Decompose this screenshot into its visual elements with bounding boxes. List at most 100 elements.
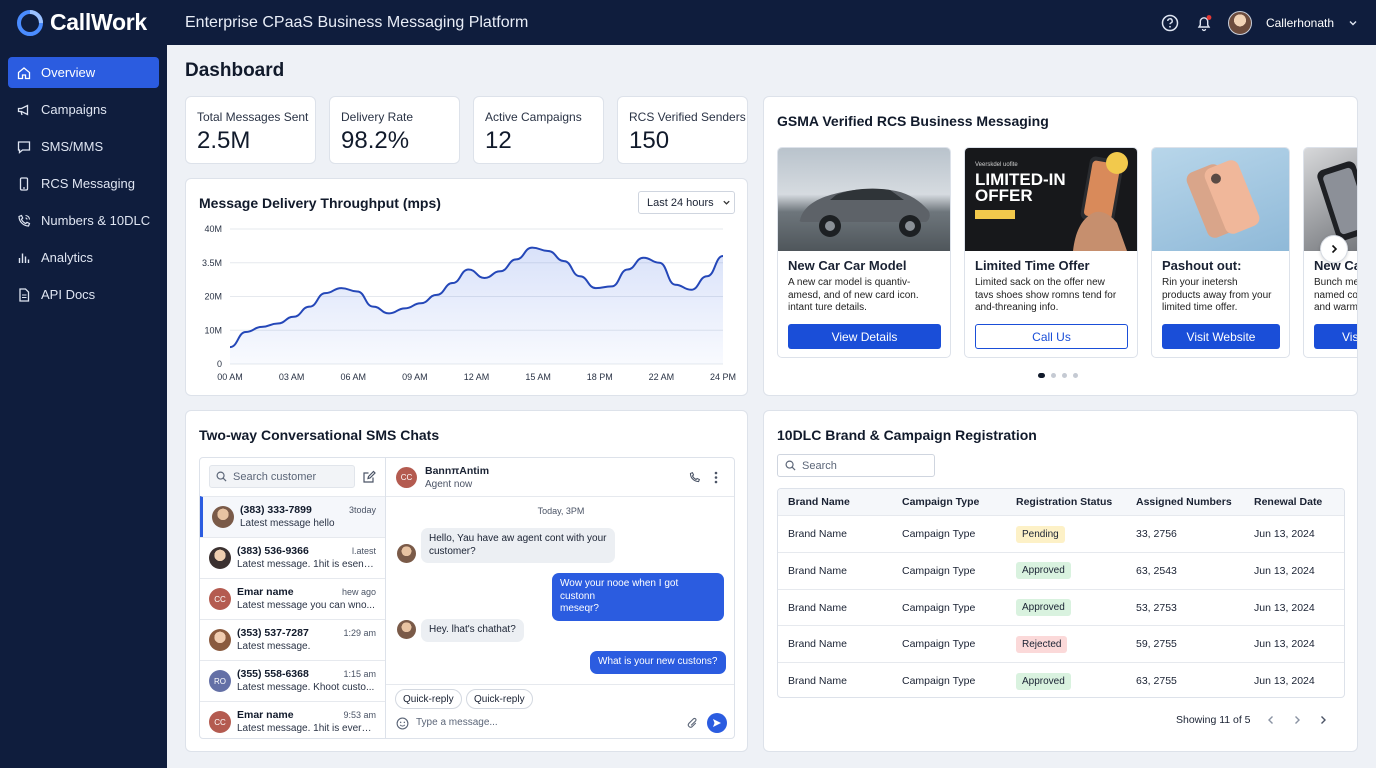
bell-icon[interactable]	[1194, 13, 1214, 33]
message-input[interactable]: Type a message...	[416, 717, 676, 728]
call-us-button[interactable]: Call Us	[975, 324, 1128, 349]
chevron-down-icon[interactable]	[1348, 13, 1358, 33]
sidebar-item-sms-mms[interactable]: SMS/MMS	[8, 131, 159, 162]
table-row[interactable]: Brand Name Campaign Type Pending 33, 2756 Ju…	[778, 515, 1344, 552]
y-tick-label: 0	[217, 359, 222, 369]
renewal-cell: Jun 13, 2024	[1254, 601, 1315, 614]
stat-label: RCS Verified Senders	[629, 110, 746, 124]
contact-item[interactable]: (383) 536-9366 Latest message. 1hit is e…	[200, 537, 385, 578]
rcs-card-car[interactable]: New Car Car Model A new car model is qua…	[777, 147, 951, 358]
brand-name: CallWork	[50, 9, 147, 35]
contact-last-message: Latest message. 1hit is esens ...	[237, 559, 375, 570]
contact-item[interactable]: (353) 537-7287 Latest message. 1:29 am	[200, 619, 385, 660]
campaign-cell: Campaign Type	[902, 601, 976, 614]
contact-time: 9:53 am	[343, 710, 376, 720]
contact-item[interactable]: CC Emar name Latest message. 1hit is eve…	[200, 701, 385, 738]
y-tick-label: 3.5M	[202, 258, 222, 268]
column-header[interactable]: Assigned Numbers	[1136, 489, 1232, 515]
contact-item[interactable]: RO (355) 558-6368 Latest message. Khoot …	[200, 660, 385, 701]
chevron-right-icon[interactable]	[1291, 714, 1303, 726]
sidebar-item-label: Campaigns	[41, 102, 107, 117]
sidebar-item-api-docs[interactable]: API Docs	[8, 279, 159, 310]
stat-card-delivery-rate: Delivery Rate 98.2%	[329, 96, 460, 164]
rcs-card-product[interactable]: Pashout out: Rin your inetersh products a…	[1151, 147, 1290, 358]
column-header[interactable]: Campaign Type	[902, 489, 979, 515]
quick-reply-chip[interactable]: Quick-reply	[466, 689, 533, 709]
contact-name: (383) 536-9366	[237, 545, 309, 557]
table-row[interactable]: Brand Name Campaign Type Rejected 59, 2755 J…	[778, 625, 1344, 662]
registration-search-input[interactable]: Search	[777, 454, 935, 477]
main-content: Dashboard Total Messages Sent 2.5M Deliv…	[167, 45, 1376, 768]
sidebar-item-label: SMS/MMS	[41, 139, 104, 154]
contact-last-message: Latest message. Khoot custo...	[237, 682, 375, 693]
contact-last-message: Latest message hello	[240, 518, 335, 529]
table-row[interactable]: Brand Name Campaign Type Approved 63, 2755 J…	[778, 662, 1344, 697]
chat-composer	[386, 684, 734, 685]
phone-icon[interactable]	[688, 471, 701, 484]
sidebar-item-overview[interactable]: Overview	[8, 57, 159, 88]
status-badge: Approved	[1016, 562, 1071, 580]
sidebar-item-label: Analytics	[41, 250, 94, 265]
pager-dot[interactable]	[1062, 373, 1067, 378]
status-badge: Rejected	[1016, 635, 1068, 653]
chevron-left-icon[interactable]	[1265, 714, 1277, 726]
registration-title: 10DLC Brand & Campaign Registration	[777, 427, 1037, 443]
attachment-icon[interactable]	[686, 717, 699, 730]
user-name[interactable]: Callerhonath	[1266, 16, 1334, 30]
contact-item[interactable]: CC Emar name Latest message you can wno.…	[200, 578, 385, 619]
carousel-next-button[interactable]	[1320, 235, 1348, 263]
brand-logo[interactable]: CallWork	[16, 9, 184, 37]
x-tick-label: 06 AM	[340, 372, 366, 382]
pagination-summary: Showing 11 of 5	[1176, 714, 1251, 726]
emoji-icon[interactable]	[396, 717, 409, 730]
contact-item[interactable]: (383) 333-7899 Latest message hello 3tod…	[200, 496, 385, 537]
column-header[interactable]: Renewal Date	[1254, 489, 1322, 515]
sidebar-item-campaigns[interactable]: Campaigns	[8, 94, 159, 125]
x-tick-label: 09 AM	[402, 372, 428, 382]
contact-name: (355) 558-6368	[237, 668, 309, 680]
contact-last-message: Latest message.	[237, 641, 311, 652]
user-avatar[interactable]	[1227, 10, 1252, 35]
outgoing-message: Wow your nooe when I got custonn meseqr?	[552, 573, 724, 621]
sidebar-item-rcs-messaging[interactable]: RCS Messaging	[8, 168, 159, 199]
visit-button[interactable]: Vis	[1314, 324, 1357, 349]
top-bar: CallWork Enterprise CPaaS Business Messa…	[0, 0, 1376, 45]
sidebar-item-label: RCS Messaging	[41, 176, 135, 191]
search-placeholder: Search	[802, 459, 837, 472]
throughput-card: Message Delivery Throughput (mps) Last 2…	[185, 178, 748, 396]
send-button[interactable]	[707, 713, 727, 733]
column-header[interactable]: Registration Status	[1016, 489, 1112, 515]
pager-dot[interactable]	[1073, 373, 1078, 378]
pager-dot[interactable]	[1051, 373, 1056, 378]
table-row[interactable]: Brand Name Campaign Type Approved 53, 2753 J…	[778, 588, 1344, 626]
sidebar-item-numbers-10dlc[interactable]: Numbers & 10DLC	[8, 205, 159, 236]
contact-time: l.atest	[351, 546, 376, 556]
table-row[interactable]: Brand Name Campaign Type Approved 63, 2543 J…	[778, 551, 1344, 589]
more-vertical-icon[interactable]	[714, 471, 718, 484]
help-icon[interactable]	[1160, 13, 1180, 33]
compose-icon[interactable]	[362, 470, 376, 484]
column-header[interactable]: Brand Name	[788, 489, 850, 515]
numbers-cell: 59, 2755	[1136, 638, 1177, 651]
search-customer-input[interactable]: Search customer	[209, 465, 355, 488]
x-tick-label: 15 AM	[525, 372, 551, 382]
x-tick-label: 03 AM	[279, 372, 305, 382]
bar-chart-icon	[18, 253, 30, 263]
sidebar-item-analytics[interactable]: Analytics	[8, 242, 159, 273]
stat-label: Delivery Rate	[341, 110, 414, 124]
brand-cell: Brand Name	[788, 638, 847, 651]
contact-avatar	[212, 506, 234, 528]
brand-cell: Brand Name	[788, 528, 847, 540]
conversation-header: CC BannπAntim Agent now	[386, 458, 734, 497]
chevron-right-icon[interactable]	[1317, 714, 1329, 726]
status-cell: Rejected	[1016, 626, 1068, 662]
visit-website-button[interactable]: Visit Website	[1162, 324, 1280, 349]
contact-time: 1:29 am	[343, 628, 376, 638]
quick-reply-chip[interactable]: Quick-reply	[395, 689, 462, 709]
pager-dot-active[interactable]	[1038, 373, 1045, 378]
megaphone-icon	[17, 103, 29, 116]
document-icon	[19, 287, 30, 302]
rcs-card-offer[interactable]: Veerskdel uofite LIMITED-IN OFFER Limite…	[964, 147, 1138, 358]
logo-icon	[17, 9, 43, 36]
view-details-button[interactable]: View Details	[788, 324, 941, 349]
